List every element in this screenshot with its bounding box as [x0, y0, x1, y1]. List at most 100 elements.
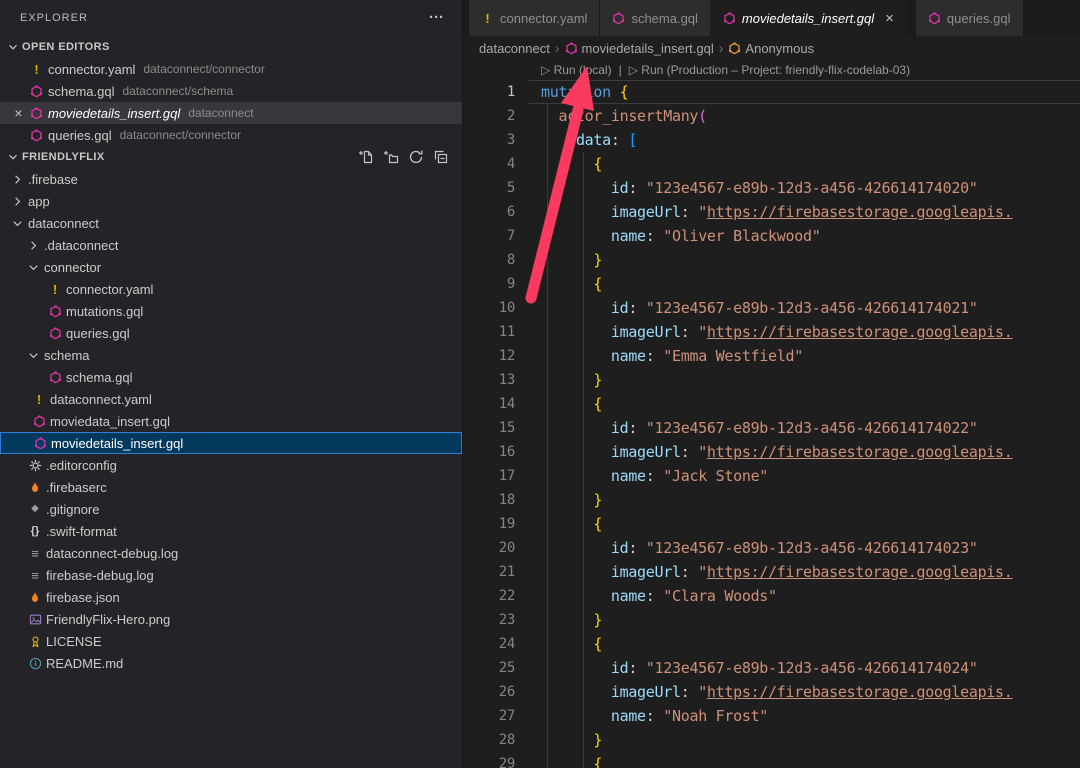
code-line-25: 25 id: "123e4567-e89b-12d3-a456-42661417…: [463, 656, 1080, 680]
run-local-codelens[interactable]: ▷ Run (local): [541, 63, 612, 77]
tabbar-filler: [1024, 0, 1080, 36]
code-line-content[interactable]: {: [529, 152, 1080, 176]
code-line-content[interactable]: name: "Jack Stone": [529, 464, 1080, 488]
close-editor-icon[interactable]: ×: [10, 105, 27, 121]
code-line-content[interactable]: id: "123e4567-e89b-12d3-a456-42661417402…: [529, 656, 1080, 680]
run-production-codelens[interactable]: ▷ Run (Production – Project: friendly-fl…: [629, 63, 910, 77]
code-line-2: 2 actor_insertMany(: [463, 104, 1080, 128]
open-editor-description: dataconnect/schema: [122, 84, 233, 98]
code-line-content[interactable]: actor_insertMany(: [529, 104, 1080, 128]
tree-item-schema[interactable]: schema: [0, 344, 462, 366]
tab-label: queries.gql: [947, 11, 1011, 26]
open-editors-header[interactable]: OPEN EDITORS: [0, 36, 462, 58]
workspace-header[interactable]: FRIENDLYFLIX: [0, 146, 462, 168]
log-file-icon: ≡: [31, 569, 39, 582]
tree-item-mutations.gql[interactable]: mutations.gql: [0, 300, 462, 322]
code-line-content[interactable]: }: [529, 608, 1080, 632]
code-line-content[interactable]: {: [529, 632, 1080, 656]
tree-item-FriendlyFlix-Hero.png[interactable]: FriendlyFlix-Hero.png: [0, 608, 462, 630]
code-line-3: 3 data: [: [463, 128, 1080, 152]
tree-item-connector[interactable]: connector: [0, 256, 462, 278]
code-line-28: 28 }: [463, 728, 1080, 752]
tree-item-README.md[interactable]: README.md: [0, 652, 462, 674]
gitignore-icon: ◆: [31, 504, 39, 514]
breadcrumb-item-Anonymous[interactable]: Anonymous: [728, 41, 814, 56]
code-line-content[interactable]: {: [529, 272, 1080, 296]
code-line-20: 20 id: "123e4567-e89b-12d3-a456-42661417…: [463, 536, 1080, 560]
breadcrumb-item-dataconnect[interactable]: dataconnect: [479, 41, 550, 56]
tree-item-firebase.json[interactable]: firebase.json: [0, 586, 462, 608]
code-line-27: 27 name: "Noah Frost": [463, 704, 1080, 728]
warning-icon: !: [33, 393, 46, 406]
line-number: 24: [463, 632, 529, 656]
tab-bar: !connector.yamlschema.gqlmoviedetails_in…: [463, 0, 1080, 36]
collapse-all-button[interactable]: [432, 148, 450, 166]
code-line-content[interactable]: id: "123e4567-e89b-12d3-a456-42661417402…: [529, 296, 1080, 320]
code-line-content[interactable]: {: [529, 512, 1080, 536]
tab-moviedetails_insert.gql[interactable]: moviedetails_insert.gql×: [711, 0, 907, 36]
tree-item-connector.yaml[interactable]: !connector.yaml: [0, 278, 462, 300]
tree-item-label: schema.gql: [66, 370, 132, 385]
open-editor-moviedetails_insert.gql[interactable]: ×moviedetails_insert.gqldataconnect: [0, 102, 462, 124]
code-line-content[interactable]: imageUrl: "https://firebasestorage.googl…: [529, 200, 1080, 224]
tree-item-label: .gitignore: [46, 502, 99, 517]
tree-item-app[interactable]: app: [0, 190, 462, 212]
code-line-content[interactable]: id: "123e4567-e89b-12d3-a456-42661417402…: [529, 536, 1080, 560]
code-line-content[interactable]: imageUrl: "https://firebasestorage.googl…: [529, 680, 1080, 704]
tree-item-label: schema: [44, 348, 90, 363]
code-line-content[interactable]: id: "123e4567-e89b-12d3-a456-42661417402…: [529, 176, 1080, 200]
breadcrumb-item-moviedetails_insert.gql[interactable]: moviedetails_insert.gql: [565, 41, 714, 56]
tree-item-label: firebase.json: [46, 590, 120, 605]
code-line-content[interactable]: {: [529, 752, 1080, 768]
tree-item-.dataconnect[interactable]: .dataconnect: [0, 234, 462, 256]
code-line-content[interactable]: }: [529, 368, 1080, 392]
code-line-content[interactable]: mutation {: [529, 80, 1080, 104]
code-line-content[interactable]: {: [529, 392, 1080, 416]
tree-item-LICENSE[interactable]: LICENSE: [0, 630, 462, 652]
tab-schema.gql[interactable]: schema.gql: [600, 0, 710, 36]
tree-item-dataconnect.yaml[interactable]: !dataconnect.yaml: [0, 388, 462, 410]
more-actions-icon[interactable]: ···: [429, 13, 444, 23]
open-editor-schema.gql[interactable]: schema.gqldataconnect/schema: [0, 80, 462, 102]
new-file-button[interactable]: [357, 148, 375, 166]
tree-item-.firebaserc[interactable]: .firebaserc: [0, 476, 462, 498]
tree-item-.gitignore[interactable]: ◆ .gitignore: [0, 498, 462, 520]
tab-queries.gql[interactable]: queries.gql: [916, 0, 1024, 36]
tree-item-schema.gql[interactable]: schema.gql: [0, 366, 462, 388]
tree-item-.swift-format[interactable]: {}.swift-format: [0, 520, 462, 542]
refresh-button[interactable]: [407, 148, 425, 166]
code-line-content[interactable]: imageUrl: "https://firebasestorage.googl…: [529, 560, 1080, 584]
code-line-content[interactable]: imageUrl: "https://firebasestorage.googl…: [529, 440, 1080, 464]
code-line-content[interactable]: imageUrl: "https://firebasestorage.googl…: [529, 320, 1080, 344]
code-line-content[interactable]: name: "Clara Woods": [529, 584, 1080, 608]
line-number: 23: [463, 608, 529, 632]
code-line-10: 10 id: "123e4567-e89b-12d3-a456-42661417…: [463, 296, 1080, 320]
tree-item-queries.gql[interactable]: queries.gql: [0, 322, 462, 344]
code-line-content[interactable]: data: [: [529, 128, 1080, 152]
tree-item-dataconnect[interactable]: dataconnect: [0, 212, 462, 234]
tree-item-label: .firebase: [28, 172, 78, 187]
open-editor-connector.yaml[interactable]: !connector.yamldataconnect/connector: [0, 58, 462, 80]
code-line-content[interactable]: name: "Oliver Blackwood": [529, 224, 1080, 248]
new-folder-button[interactable]: [382, 148, 400, 166]
tree-item-moviedata_insert.gql[interactable]: moviedata_insert.gql: [0, 410, 462, 432]
line-number: 7: [463, 224, 529, 248]
tree-item-.firebase[interactable]: .firebase: [0, 168, 462, 190]
tab-close-icon[interactable]: ×: [885, 10, 894, 27]
tab-connector.yaml[interactable]: !connector.yaml: [469, 0, 600, 36]
code-line-content[interactable]: }: [529, 488, 1080, 512]
tree-item-moviedetails_insert.gql[interactable]: moviedetails_insert.gql: [0, 432, 462, 454]
info-icon: [29, 657, 42, 670]
tree-item-firebase-debug.log[interactable]: ≡firebase-debug.log: [0, 564, 462, 586]
code-line-content[interactable]: name: "Emma Westfield": [529, 344, 1080, 368]
graphql-file-icon: [565, 42, 578, 55]
code-line-content[interactable]: }: [529, 248, 1080, 272]
code-line-content[interactable]: }: [529, 728, 1080, 752]
line-number: 25: [463, 656, 529, 680]
open-editor-queries.gql[interactable]: queries.gqldataconnect/connector: [0, 124, 462, 146]
tree-item-dataconnect-debug.log[interactable]: ≡dataconnect-debug.log: [0, 542, 462, 564]
chevron-right-icon: [8, 194, 26, 209]
tree-item-.editorconfig[interactable]: .editorconfig: [0, 454, 462, 476]
code-line-content[interactable]: name: "Noah Frost": [529, 704, 1080, 728]
code-line-content[interactable]: id: "123e4567-e89b-12d3-a456-42661417402…: [529, 416, 1080, 440]
